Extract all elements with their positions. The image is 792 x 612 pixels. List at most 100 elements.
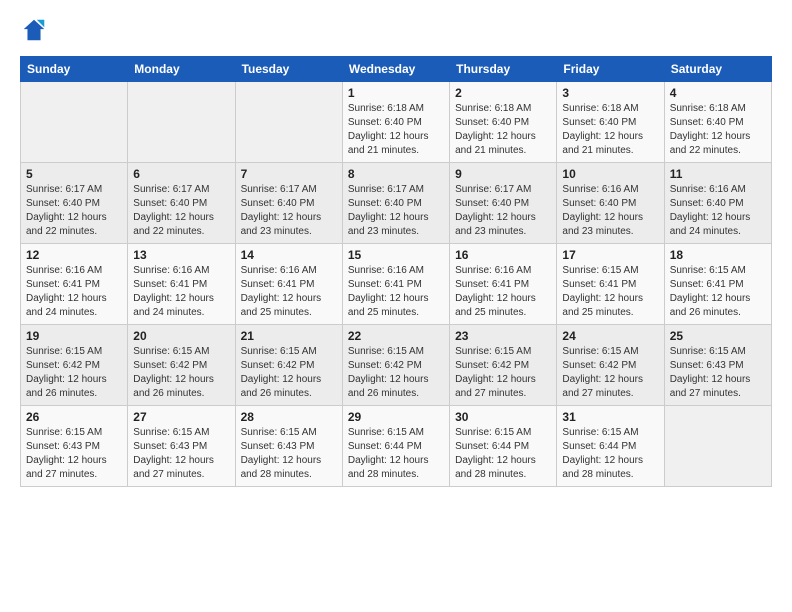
- day-number: 20: [133, 329, 229, 343]
- day-info: Sunrise: 6:18 AM Sunset: 6:40 PM Dayligh…: [455, 102, 551, 158]
- day-info: Sunrise: 6:15 AM Sunset: 6:42 PM Dayligh…: [241, 345, 337, 401]
- header-day-tuesday: Tuesday: [235, 57, 342, 82]
- day-info: Sunrise: 6:15 AM Sunset: 6:43 PM Dayligh…: [670, 345, 766, 401]
- calendar-week-5: 26 Sunrise: 6:15 AM Sunset: 6:43 PM Dayli…: [21, 406, 772, 487]
- calendar-cell: 30Sunrise: 6:15 AM Sunset: 6:44 PM Dayli…: [450, 406, 557, 487]
- day-number: 8: [348, 167, 444, 181]
- calendar-body: 1 Sunrise: 6:18 AM Sunset: 6:40 PM Daylig…: [21, 82, 772, 487]
- day-info: Sunrise: 6:18 AM Sunset: 6:40 PM Dayligh…: [348, 102, 444, 158]
- calendar-cell: 27 Sunrise: 6:15 AM Sunset: 6:43 PM Dayli…: [128, 406, 235, 487]
- header-day-friday: Friday: [557, 57, 664, 82]
- calendar-cell: 9Sunrise: 6:17 AM Sunset: 6:40 PM Daylig…: [450, 163, 557, 244]
- header-day-thursday: Thursday: [450, 57, 557, 82]
- day-number: 9: [455, 167, 551, 181]
- calendar-cell: 22Sunrise: 6:15 AM Sunset: 6:42 PM Dayli…: [342, 325, 449, 406]
- header-day-sunday: Sunday: [21, 57, 128, 82]
- day-info: Sunrise: 6:16 AM Sunset: 6:40 PM Dayligh…: [670, 183, 766, 239]
- calendar-cell: 19Sunrise: 6:15 AM Sunset: 6:42 PM Dayli…: [21, 325, 128, 406]
- calendar-cell: 26 Sunrise: 6:15 AM Sunset: 6:43 PM Dayli…: [21, 406, 128, 487]
- calendar-cell: 11 Sunrise: 6:16 AM Sunset: 6:40 PM Dayli…: [664, 163, 771, 244]
- day-number: 1: [348, 86, 444, 100]
- calendar-cell: 16Sunrise: 6:16 AM Sunset: 6:41 PM Dayli…: [450, 244, 557, 325]
- day-info: Sunrise: 6:17 AM Sunset: 6:40 PM Dayligh…: [133, 183, 229, 239]
- calendar-cell: [664, 406, 771, 487]
- day-number: 15: [348, 248, 444, 262]
- day-number: 22: [348, 329, 444, 343]
- day-number: 3: [562, 86, 658, 100]
- day-number: 26: [26, 410, 122, 424]
- day-info: Sunrise: 6:16 AM Sunset: 6:41 PM Dayligh…: [133, 264, 229, 320]
- day-info: Sunrise: 6:16 AM Sunset: 6:41 PM Dayligh…: [26, 264, 122, 320]
- calendar-week-3: 12Sunrise: 6:16 AM Sunset: 6:41 PM Dayli…: [21, 244, 772, 325]
- calendar-cell: 10 Sunrise: 6:16 AM Sunset: 6:40 PM Dayli…: [557, 163, 664, 244]
- day-number: 29: [348, 410, 444, 424]
- day-number: 31: [562, 410, 658, 424]
- day-info: Sunrise: 6:17 AM Sunset: 6:40 PM Dayligh…: [26, 183, 122, 239]
- header-day-saturday: Saturday: [664, 57, 771, 82]
- calendar-cell: 5Sunrise: 6:17 AM Sunset: 6:40 PM Daylig…: [21, 163, 128, 244]
- calendar-cell: 6Sunrise: 6:17 AM Sunset: 6:40 PM Daylig…: [128, 163, 235, 244]
- day-number: 16: [455, 248, 551, 262]
- day-info: Sunrise: 6:15 AM Sunset: 6:41 PM Dayligh…: [670, 264, 766, 320]
- calendar-cell: 15 Sunrise: 6:16 AM Sunset: 6:41 PM Dayli…: [342, 244, 449, 325]
- day-number: 4: [670, 86, 766, 100]
- calendar-cell: 14 Sunrise: 6:16 AM Sunset: 6:41 PM Dayli…: [235, 244, 342, 325]
- day-info: Sunrise: 6:15 AM Sunset: 6:43 PM Dayligh…: [241, 426, 337, 482]
- day-info: Sunrise: 6:15 AM Sunset: 6:44 PM Dayligh…: [455, 426, 551, 482]
- header-day-wednesday: Wednesday: [342, 57, 449, 82]
- day-info: Sunrise: 6:15 AM Sunset: 6:42 PM Dayligh…: [133, 345, 229, 401]
- day-info: Sunrise: 6:16 AM Sunset: 6:40 PM Dayligh…: [562, 183, 658, 239]
- day-info: Sunrise: 6:15 AM Sunset: 6:44 PM Dayligh…: [348, 426, 444, 482]
- calendar-cell: 8 Sunrise: 6:17 AM Sunset: 6:40 PM Daylig…: [342, 163, 449, 244]
- header-row: SundayMondayTuesdayWednesdayThursdayFrid…: [21, 57, 772, 82]
- day-info: Sunrise: 6:18 AM Sunset: 6:40 PM Dayligh…: [562, 102, 658, 158]
- calendar-week-4: 19 Sunrise: 6:15 AM Sunset: 6:42 PM Dayli…: [21, 325, 772, 406]
- page: SundayMondayTuesdayWednesdayThursdayFrid…: [0, 0, 792, 612]
- day-number: 14: [241, 248, 337, 262]
- header: [20, 16, 772, 44]
- day-number: 17: [562, 248, 658, 262]
- day-number: 18: [670, 248, 766, 262]
- calendar-cell: 2Sunrise: 6:18 AM Sunset: 6:40 PM Daylig…: [450, 82, 557, 163]
- calendar-cell: 23 Sunrise: 6:15 AM Sunset: 6:42 PM Dayli…: [450, 325, 557, 406]
- calendar-cell: 18 Sunrise: 6:15 AM Sunset: 6:41 PM Dayli…: [664, 244, 771, 325]
- calendar-cell: 4Sunrise: 6:18 AM Sunset: 6:40 PM Daylig…: [664, 82, 771, 163]
- calendar-cell: 29 Sunrise: 6:15 AM Sunset: 6:44 PM Dayli…: [342, 406, 449, 487]
- calendar-cell: [235, 82, 342, 163]
- calendar-cell: 31 Sunrise: 6:15 AM Sunset: 6:44 PM Dayli…: [557, 406, 664, 487]
- day-info: Sunrise: 6:15 AM Sunset: 6:44 PM Dayligh…: [562, 426, 658, 482]
- calendar-cell: 12Sunrise: 6:16 AM Sunset: 6:41 PM Dayli…: [21, 244, 128, 325]
- day-info: Sunrise: 6:17 AM Sunset: 6:40 PM Dayligh…: [348, 183, 444, 239]
- calendar-header: SundayMondayTuesdayWednesdayThursdayFrid…: [21, 57, 772, 82]
- day-info: Sunrise: 6:15 AM Sunset: 6:41 PM Dayligh…: [562, 264, 658, 320]
- day-info: Sunrise: 6:16 AM Sunset: 6:41 PM Dayligh…: [348, 264, 444, 320]
- day-number: 23: [455, 329, 551, 343]
- day-info: Sunrise: 6:16 AM Sunset: 6:41 PM Dayligh…: [241, 264, 337, 320]
- calendar-cell: 25Sunrise: 6:15 AM Sunset: 6:43 PM Dayli…: [664, 325, 771, 406]
- day-number: 7: [241, 167, 337, 181]
- calendar-cell: 17 Sunrise: 6:15 AM Sunset: 6:41 PM Dayli…: [557, 244, 664, 325]
- logo: [20, 16, 52, 44]
- day-number: 19: [26, 329, 122, 343]
- calendar-cell: 13Sunrise: 6:16 AM Sunset: 6:41 PM Dayli…: [128, 244, 235, 325]
- day-number: 27: [133, 410, 229, 424]
- day-info: Sunrise: 6:15 AM Sunset: 6:43 PM Dayligh…: [133, 426, 229, 482]
- day-info: Sunrise: 6:15 AM Sunset: 6:42 PM Dayligh…: [562, 345, 658, 401]
- header-day-monday: Monday: [128, 57, 235, 82]
- logo-icon: [20, 16, 48, 44]
- day-number: 24: [562, 329, 658, 343]
- calendar-cell: 28 Sunrise: 6:15 AM Sunset: 6:43 PM Dayli…: [235, 406, 342, 487]
- day-info: Sunrise: 6:15 AM Sunset: 6:43 PM Dayligh…: [26, 426, 122, 482]
- day-info: Sunrise: 6:15 AM Sunset: 6:42 PM Dayligh…: [455, 345, 551, 401]
- calendar-cell: 1 Sunrise: 6:18 AM Sunset: 6:40 PM Daylig…: [342, 82, 449, 163]
- calendar-cell: [128, 82, 235, 163]
- calendar-week-1: 1 Sunrise: 6:18 AM Sunset: 6:40 PM Daylig…: [21, 82, 772, 163]
- calendar-cell: 21 Sunrise: 6:15 AM Sunset: 6:42 PM Dayli…: [235, 325, 342, 406]
- calendar-cell: 7 Sunrise: 6:17 AM Sunset: 6:40 PM Daylig…: [235, 163, 342, 244]
- day-number: 10: [562, 167, 658, 181]
- day-number: 11: [670, 167, 766, 181]
- calendar-table: SundayMondayTuesdayWednesdayThursdayFrid…: [20, 56, 772, 487]
- day-number: 21: [241, 329, 337, 343]
- day-info: Sunrise: 6:17 AM Sunset: 6:40 PM Dayligh…: [241, 183, 337, 239]
- day-number: 28: [241, 410, 337, 424]
